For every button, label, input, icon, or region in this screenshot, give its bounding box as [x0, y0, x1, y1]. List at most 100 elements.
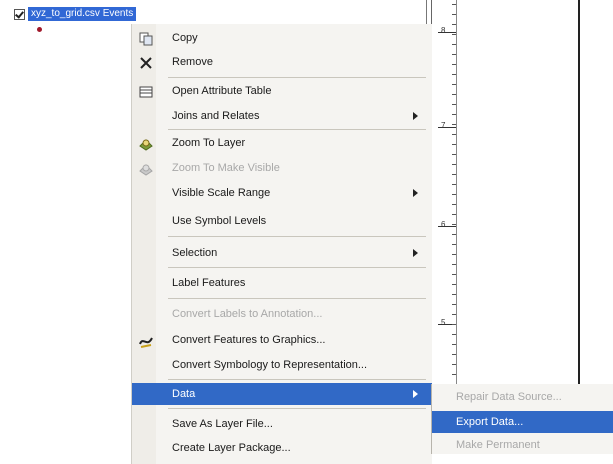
submenu-item-label: Repair Data Source...	[456, 391, 562, 403]
menu-item-label: Visible Scale Range	[172, 187, 271, 199]
submenu-item-make-permanent[interactable]: Make Permanent	[432, 434, 613, 456]
convert-graphics-icon	[139, 334, 153, 348]
menu-item-data[interactable]: Data	[132, 383, 432, 405]
menu-item-copy[interactable]: Copy	[132, 27, 432, 49]
menu-separator	[168, 236, 426, 237]
submenu-item-label: Export Data...	[456, 416, 524, 428]
menu-item-label: Data	[172, 388, 196, 400]
ruler-minor-tick	[452, 264, 456, 265]
ruler-minor-tick	[452, 44, 456, 45]
menu-separator	[168, 77, 426, 78]
ruler-major-tick	[438, 226, 456, 227]
menu-item-label: Selection	[172, 247, 218, 259]
menu-item-label: Label Features	[172, 277, 246, 289]
point-symbol-icon	[37, 27, 42, 32]
menu-item-zoom-to-make-visible[interactable]: Zoom To Make Visible	[132, 157, 432, 179]
ruler-minor-tick	[452, 134, 456, 135]
submenu-arrow-icon	[413, 112, 418, 120]
ruler-minor-tick	[452, 34, 456, 35]
ruler-minor-tick	[452, 124, 456, 125]
menu-item-convert-features-to-graphics[interactable]: Convert Features to Graphics...	[132, 329, 432, 351]
ruler-minor-tick	[452, 294, 456, 295]
ruler-minor-tick	[452, 184, 456, 185]
menu-separator	[168, 379, 426, 380]
ruler-minor-tick	[452, 54, 456, 55]
menu-separator	[168, 408, 426, 409]
map-boundary-line	[578, 0, 580, 384]
menu-item-label: Zoom To Make Visible	[172, 162, 280, 174]
menu-item-convert-labels-to-annotation[interactable]: Convert Labels to Annotation...	[132, 303, 432, 325]
ruler-minor-tick	[452, 144, 456, 145]
menu-item-create-layer-package[interactable]: Create Layer Package...	[132, 437, 432, 459]
ruler-minor-tick	[452, 174, 456, 175]
ruler-minor-tick	[452, 274, 456, 275]
ruler-minor-tick	[452, 104, 456, 105]
ruler-minor-tick	[452, 4, 456, 5]
ruler-minor-tick	[452, 224, 456, 225]
menu-item-remove[interactable]: Remove	[132, 51, 432, 73]
ruler-minor-tick	[452, 164, 456, 165]
menu-item-label: Create Layer Package...	[172, 442, 291, 454]
ruler-major-tick	[438, 32, 456, 33]
ruler-minor-tick	[452, 64, 456, 65]
ruler-label: 6	[441, 220, 446, 229]
menu-item-label: Convert Symbology to Representation...	[172, 359, 368, 371]
remove-icon	[139, 56, 153, 70]
ruler-minor-tick	[452, 14, 456, 15]
submenu-item-export-data[interactable]: Export Data...	[432, 411, 613, 433]
layer-context-menu: Copy Remove Open Attribute Table Joins a…	[131, 24, 432, 464]
menu-item-label: Convert Features to Graphics...	[172, 334, 326, 346]
ruler-minor-tick	[452, 284, 456, 285]
ruler-minor-tick	[452, 234, 456, 235]
ruler-label: 8	[441, 26, 446, 35]
ruler-minor-tick	[452, 304, 456, 305]
ruler-minor-tick	[452, 84, 456, 85]
menu-item-selection[interactable]: Selection	[132, 242, 432, 264]
ruler-minor-tick	[452, 314, 456, 315]
submenu-arrow-icon	[413, 249, 418, 257]
layer-name[interactable]: xyz_to_grid.csv Events	[28, 7, 137, 21]
ruler-label: 5	[441, 318, 446, 327]
zoom-visible-icon	[139, 162, 153, 176]
data-submenu: Repair Data Source... Export Data... Mak…	[431, 384, 613, 454]
menu-item-use-symbol-levels[interactable]: Use Symbol Levels	[132, 210, 432, 232]
menu-item-convert-symbology-to-representation[interactable]: Convert Symbology to Representation...	[132, 354, 432, 376]
ruler-minor-tick	[452, 244, 456, 245]
menu-item-save-as-layer-file[interactable]: Save As Layer File...	[132, 413, 432, 435]
submenu-arrow-icon	[413, 390, 418, 398]
ruler-minor-tick	[452, 254, 456, 255]
menu-item-label: Zoom To Layer	[172, 137, 246, 149]
menu-separator	[168, 129, 426, 130]
toc-layer-entry[interactable]: xyz_to_grid.csv Events	[14, 7, 137, 21]
menu-item-label: Remove	[172, 56, 213, 68]
ruler-major-tick	[438, 127, 456, 128]
ruler-minor-tick	[452, 114, 456, 115]
ruler-minor-tick	[452, 344, 456, 345]
vertical-ruler: 8 7 6 5	[431, 0, 457, 384]
ruler-label: 7	[441, 121, 446, 130]
ruler-minor-tick	[452, 24, 456, 25]
menu-item-label: Joins and Relates	[172, 110, 260, 122]
copy-icon	[139, 32, 153, 46]
menu-item-open-attribute-table[interactable]: Open Attribute Table	[132, 80, 432, 102]
layer-visibility-checkbox[interactable]	[14, 8, 25, 20]
zoom-to-layer-icon	[139, 137, 153, 151]
ruler-minor-tick	[452, 214, 456, 215]
submenu-item-label: Make Permanent	[456, 439, 540, 451]
menu-item-label: Convert Labels to Annotation...	[172, 308, 323, 320]
menu-item-joins-and-relates[interactable]: Joins and Relates	[132, 105, 432, 127]
menu-separator	[168, 267, 426, 268]
ruler-minor-tick	[452, 334, 456, 335]
menu-item-visible-scale-range[interactable]: Visible Scale Range	[132, 182, 432, 204]
ruler-minor-tick	[452, 154, 456, 155]
submenu-item-repair-data-source[interactable]: Repair Data Source...	[432, 386, 613, 408]
ruler-minor-tick	[452, 374, 456, 375]
ruler-minor-tick	[452, 324, 456, 325]
submenu-arrow-icon	[413, 189, 418, 197]
menu-item-label-features[interactable]: Label Features	[132, 272, 432, 294]
table-icon	[139, 85, 153, 99]
ruler-minor-tick	[452, 204, 456, 205]
ruler-minor-tick	[452, 74, 456, 75]
menu-item-zoom-to-layer[interactable]: Zoom To Layer	[132, 132, 432, 154]
menu-separator	[168, 298, 426, 299]
